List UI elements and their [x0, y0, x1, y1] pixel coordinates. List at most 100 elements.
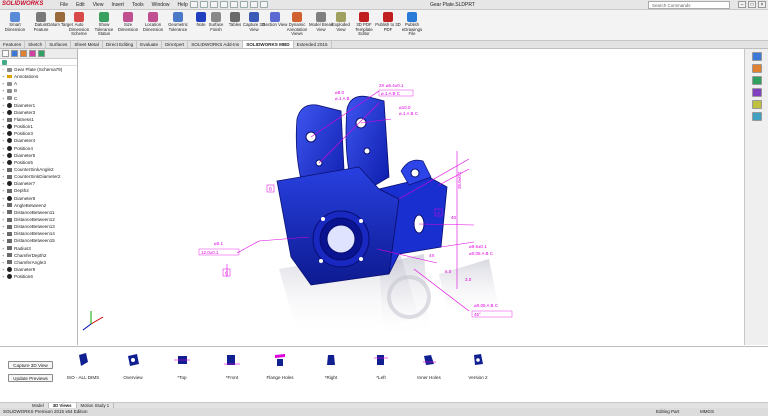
solidworks-resources-icon[interactable] [751, 52, 762, 61]
annotation-6[interactable]: 6.0 [445, 269, 452, 274]
tree-item-datum-c[interactable]: + C [2, 95, 77, 102]
tree-item-datum-a[interactable]: + A [2, 80, 77, 87]
tree-item-feature[interactable]: + DistanceBetween13 [2, 223, 77, 230]
annotation-fcf-2[interactable]: ⌀.1 A B [335, 96, 349, 101]
model-view[interactable]: 2X ⌀6.4±0.1 ⌀.1 A B C ⌀8.0 ⌀.1 A B ⌀10.0… [79, 49, 744, 345]
tree-item-feature[interactable]: + Diameter9 [2, 266, 77, 273]
open-icon[interactable] [200, 1, 208, 8]
configuration-manager-tab-icon[interactable] [20, 50, 27, 57]
annotation-fcf-3[interactable]: ⌀.1 A B C [399, 111, 419, 116]
annotation-diameter-0-1[interactable]: ⌀0.1 [214, 241, 223, 246]
saved-view-top[interactable]: *Top [154, 352, 210, 380]
tab-sketch[interactable]: Sketch [25, 41, 47, 48]
tree-filter[interactable] [0, 59, 77, 66]
display-manager-tab-icon[interactable] [38, 50, 45, 57]
tab-direct-editing[interactable]: Direct Editing [103, 41, 138, 48]
new-document-icon[interactable] [190, 1, 198, 8]
tree-item-feature[interactable]: + ChamferAngle3 [2, 259, 77, 266]
annotation-2x-diameter[interactable]: 2X ⌀6.4±0.1 [379, 83, 404, 88]
options-icon[interactable] [260, 1, 268, 8]
annotation-diameter-9-6[interactable]: ⌀9.6±0.1 [469, 244, 487, 249]
property-manager-tab-icon[interactable] [11, 50, 18, 57]
tree-item-feature[interactable]: + Diameter7 [2, 180, 77, 187]
dimxpert-manager-tab-icon[interactable] [29, 50, 36, 57]
annotation-40[interactable]: 40 [451, 215, 457, 220]
undo-icon[interactable] [230, 1, 238, 8]
tree-item-feature[interactable]: + Diameter4 [2, 137, 77, 144]
tab-sheet-metal[interactable]: Sheet Metal [71, 41, 103, 48]
tab-extended-2015[interactable]: Extended 2015 [294, 41, 332, 48]
show-tolerance-status-button[interactable]: Show Tolerance Status [91, 12, 117, 37]
custom-properties-icon[interactable] [751, 112, 762, 121]
tree-item-feature[interactable]: + Position3 [2, 130, 77, 137]
close-icon[interactable]: × [758, 1, 766, 8]
annotation-height-35[interactable]: 35.0±0.2 [457, 171, 462, 189]
tree-item-feature[interactable]: + CounterSinkDiameter2 [2, 173, 77, 180]
minimize-icon[interactable]: – [738, 1, 746, 8]
tree-item-feature[interactable]: + Diameter5 [2, 152, 77, 159]
publish-edrawings-button[interactable]: Publish eDrawings File [399, 12, 425, 37]
saved-view-iso-all-dims[interactable]: ISO - ALL DIMS [55, 352, 111, 380]
tree-item-feature[interactable]: + Position4 [2, 145, 77, 152]
save-icon[interactable] [210, 1, 218, 8]
dynamic-annotation-views-button[interactable]: Dynamic Annotation Views [284, 12, 310, 37]
datum-c-label[interactable]: C [225, 271, 229, 276]
tree-item-datum-b[interactable]: + B [2, 87, 77, 94]
select-icon[interactable] [240, 1, 248, 8]
saved-view-inner-holes[interactable]: Inner Holes [401, 352, 457, 380]
annotation-4x[interactable]: 4X [429, 253, 435, 258]
location-dimension-button[interactable]: Location Dimension [140, 12, 166, 32]
tree-item-root[interactable]: − Gear Plate (Schema79) [2, 66, 77, 73]
saved-view-overview[interactable]: Overview [105, 352, 161, 380]
tree-item-feature[interactable]: + DistanceBetween11 [2, 209, 77, 216]
annotation-fcf-6[interactable]: ⌀0.05 A B C [469, 251, 494, 256]
tree-item-feature[interactable]: + Diameter1 [2, 102, 77, 109]
appearances-icon[interactable] [751, 100, 762, 109]
tree-item-feature[interactable]: + ChamferDepth2 [2, 252, 77, 259]
tree-item-feature[interactable]: + Position6 [2, 273, 77, 280]
menu-view[interactable]: View [93, 2, 104, 8]
view-palette-icon[interactable] [751, 88, 762, 97]
size-dimension-button[interactable]: Size Dimension [115, 12, 141, 32]
menu-help[interactable]: Help [177, 2, 187, 8]
tab-evaluate[interactable]: Evaluate [137, 41, 163, 48]
saved-view-flange-holes[interactable]: Flange Holes [252, 352, 308, 380]
tree-item-feature[interactable]: + Flatness1 [2, 116, 77, 123]
tree-item-feature[interactable]: + Diameter8 [2, 195, 77, 202]
tree-item-feature[interactable]: + DistanceBetween12 [2, 216, 77, 223]
status-units[interactable]: MMGS [700, 409, 714, 414]
print-icon[interactable] [220, 1, 228, 8]
menu-edit[interactable]: Edit [76, 2, 85, 8]
capture-3d-view-button[interactable]: Capture 3D View [8, 361, 53, 369]
feature-manager-tab-icon[interactable] [2, 50, 9, 57]
tree-item-feature[interactable]: + DistanceBetween15 [2, 237, 77, 244]
tree-item-feature[interactable]: + Radius3 [2, 245, 77, 252]
saved-view-version-2[interactable]: Version 2 [450, 352, 506, 380]
design-library-icon[interactable] [751, 64, 762, 73]
tab-solidworks-add-ins[interactable]: SOLIDWORKS Add-Ins [188, 41, 244, 48]
tree-item-feature[interactable]: + Diameter3 [2, 109, 77, 116]
tree-item-feature[interactable]: + Position1 [2, 123, 77, 130]
tree-item-annotations[interactable]: + Annotations [2, 73, 77, 80]
annotation-diameter-10[interactable]: ⌀10.0 [399, 105, 411, 110]
tree-item-feature[interactable]: + CounterSinkAngle2 [2, 166, 77, 173]
tree-item-feature[interactable]: + DistanceBetween14 [2, 230, 77, 237]
tree-item-feature[interactable]: + Position5 [2, 159, 77, 166]
datum-b-label[interactable]: B [269, 187, 272, 192]
menu-insert[interactable]: Insert [111, 2, 124, 8]
annotation-3[interactable]: 3.0 [465, 277, 472, 282]
file-explorer-icon[interactable] [751, 76, 762, 85]
annotation-diameter-8[interactable]: ⌀8.0 [335, 90, 344, 95]
menu-window[interactable]: Window [152, 2, 170, 8]
annotation-fcf-4[interactable]: 12.0±0.1 [201, 250, 219, 255]
tab-solidworks-mbd[interactable]: SOLIDWORKS MBD [243, 41, 294, 48]
annotation-fcf-5[interactable]: 45° [474, 312, 481, 317]
maximize-icon[interactable]: □ [748, 1, 756, 8]
annotation-fcf-1[interactable]: ⌀.1 A B C [381, 91, 401, 96]
3d-pdf-template-editor-button[interactable]: 3D PDF Template Editor [351, 12, 377, 37]
search-commands-input[interactable]: Search Commands [648, 1, 730, 9]
graphics-area[interactable]: 2X ⌀6.4±0.1 ⌀.1 A B C ⌀8.0 ⌀.1 A B ⌀10.0… [79, 49, 744, 345]
publish-to-3d-pdf-button[interactable]: Publish to 3D PDF [375, 12, 401, 32]
tab-features[interactable]: Features [0, 41, 26, 48]
update-previews-button[interactable]: Update Previews [8, 374, 53, 382]
